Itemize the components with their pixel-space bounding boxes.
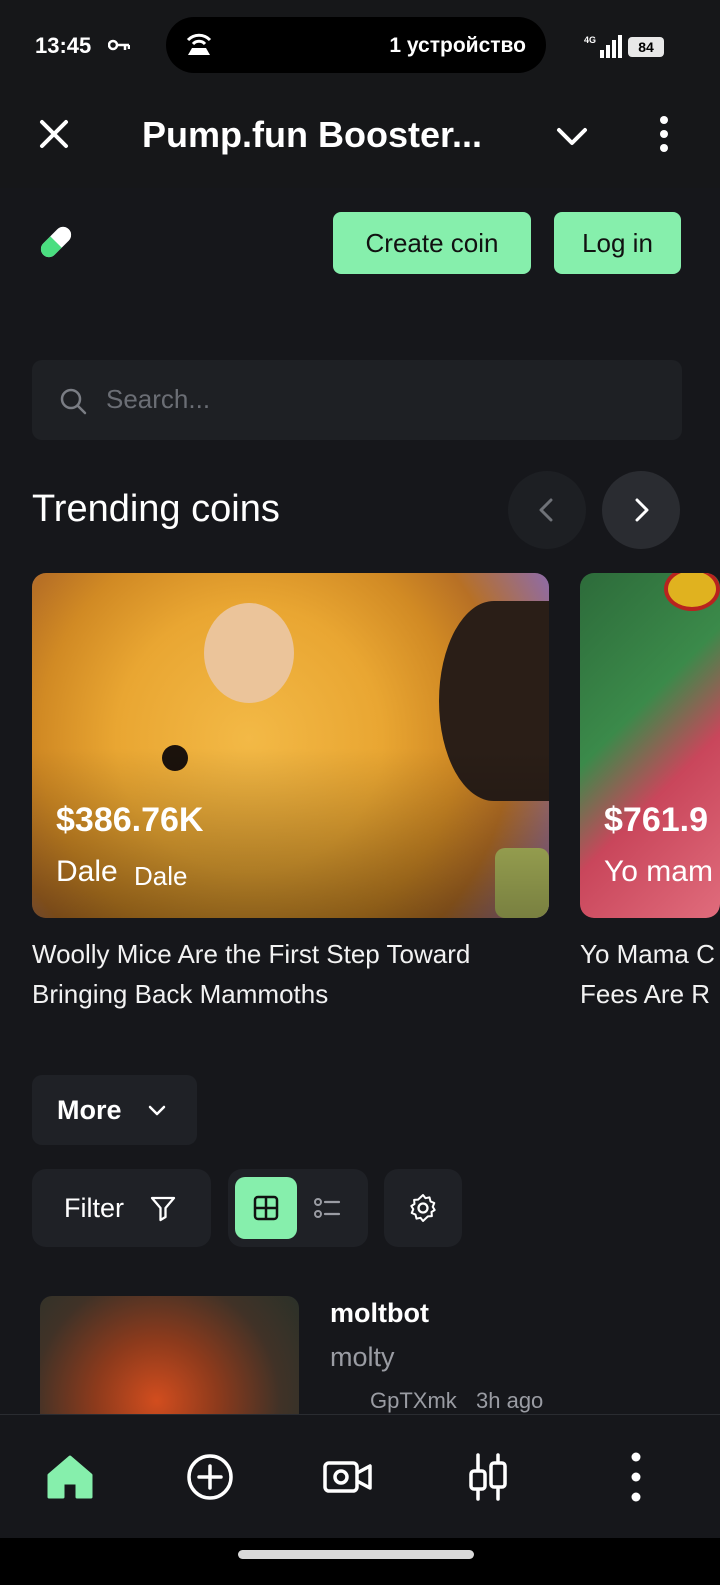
card-description[interactable]: Yo Mama C Fees Are R bbox=[580, 934, 720, 1014]
hotspot-pill[interactable]: 1 устройство bbox=[166, 17, 546, 73]
gear-icon bbox=[410, 1194, 436, 1222]
pill-logo-icon[interactable] bbox=[36, 222, 76, 262]
card-coin-name: Yo mam bbox=[604, 855, 713, 888]
carousel-prev-button[interactable] bbox=[508, 471, 586, 549]
bottom-nav bbox=[0, 1414, 720, 1538]
card-image-shape bbox=[204, 603, 294, 703]
video-camera-icon[interactable] bbox=[322, 1451, 374, 1503]
page-title: Pump.fun Booster... bbox=[142, 114, 483, 155]
signal-icon: 4G bbox=[584, 35, 622, 58]
grid-view-button[interactable] bbox=[235, 1177, 297, 1239]
coin-symbol: molty bbox=[330, 1342, 395, 1372]
login-button[interactable]: Log in bbox=[554, 212, 681, 274]
home-indicator[interactable] bbox=[238, 1550, 474, 1559]
card-description[interactable]: Woolly Mice Are the First Step Toward Br… bbox=[32, 934, 552, 1014]
svg-text:4G: 4G bbox=[584, 35, 596, 45]
search-bar[interactable]: Search... bbox=[32, 360, 682, 440]
search-icon bbox=[60, 388, 87, 415]
chevron-right-icon bbox=[635, 498, 649, 522]
filter-icon bbox=[150, 1196, 176, 1222]
card-coin-name: Dale bbox=[56, 855, 118, 888]
card-description-line: Fees Are R bbox=[580, 979, 711, 1009]
trending-card[interactable]: $761.9 Yo mam bbox=[580, 573, 720, 918]
more-dropdown[interactable]: More bbox=[32, 1075, 197, 1145]
filter-label: Filter bbox=[64, 1193, 124, 1223]
more-vert-icon[interactable] bbox=[648, 112, 680, 156]
add-circle-icon[interactable] bbox=[184, 1451, 236, 1503]
card-market-cap: $386.76K bbox=[56, 801, 204, 839]
search-input[interactable]: Search... bbox=[106, 384, 210, 415]
chevron-down-icon[interactable] bbox=[552, 116, 592, 156]
carousel-next-button[interactable] bbox=[602, 471, 680, 549]
create-coin-button[interactable]: Create coin bbox=[333, 212, 531, 274]
coin-age: 3h ago bbox=[476, 1388, 544, 1413]
trending-card[interactable]: $386.76K Dale Dale bbox=[32, 573, 549, 918]
filter-button[interactable]: Filter bbox=[32, 1169, 211, 1247]
coin-name[interactable]: moltbot bbox=[330, 1298, 429, 1329]
coin-creator[interactable]: GpTXmk bbox=[370, 1388, 457, 1414]
app-screen: { "status_bar": { "time": "13:45", "hots… bbox=[0, 0, 720, 1585]
page-content: Create coin Log in Search... Trending co… bbox=[0, 188, 720, 1446]
settings-button[interactable] bbox=[384, 1169, 462, 1247]
hotspot-text: 1 устройство bbox=[389, 34, 526, 57]
hotspot-icon bbox=[186, 33, 212, 55]
candlestick-chart-icon[interactable] bbox=[462, 1451, 514, 1503]
view-toggle bbox=[228, 1169, 368, 1247]
more-label: More bbox=[57, 1095, 122, 1125]
card-coin-symbol: Dale bbox=[134, 861, 188, 891]
key-icon bbox=[108, 39, 130, 51]
list-view-icon[interactable] bbox=[312, 1193, 342, 1223]
chevron-left-icon bbox=[539, 498, 553, 522]
grid-icon bbox=[253, 1195, 279, 1221]
close-icon[interactable] bbox=[32, 112, 76, 156]
status-bar: 13:45 1 устройство 4G 84 bbox=[0, 0, 720, 92]
battery-indicator: 84 bbox=[628, 37, 664, 57]
status-time: 13:45 bbox=[35, 33, 92, 58]
more-vert-icon[interactable] bbox=[610, 1451, 662, 1503]
card-market-cap: $761.9 bbox=[604, 801, 708, 839]
trending-title: Trending coins bbox=[32, 488, 280, 530]
gesture-bar bbox=[0, 1538, 720, 1585]
card-description-line: Yo Mama C bbox=[580, 939, 715, 969]
chevron-down-icon bbox=[148, 1105, 166, 1116]
card-image-shape bbox=[664, 573, 720, 611]
home-icon[interactable] bbox=[44, 1451, 96, 1503]
top-app-bar: Pump.fun Booster... bbox=[0, 92, 720, 188]
